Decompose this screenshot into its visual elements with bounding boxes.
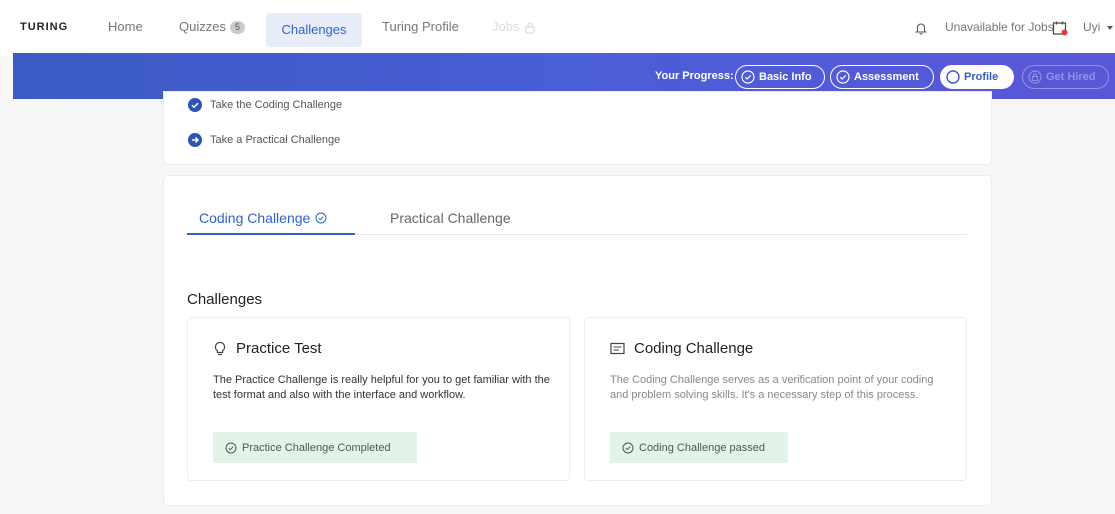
user-menu[interactable]: Uyi bbox=[1083, 20, 1100, 34]
progress-step-basic-info[interactable]: Basic Info bbox=[735, 65, 825, 89]
tab-practical-challenge[interactable]: Practical Challenge bbox=[390, 210, 511, 226]
active-tab-indicator bbox=[187, 233, 355, 235]
step-practical-challenge[interactable]: Take a Practical Challenge bbox=[188, 133, 340, 147]
check-circle-icon bbox=[315, 212, 327, 224]
practice-test-title: Practice Test bbox=[213, 340, 322, 357]
circle-icon bbox=[946, 70, 960, 84]
availability-status[interactable]: Unavailable for Jobs bbox=[945, 20, 1054, 34]
code-window-icon bbox=[610, 342, 625, 355]
lock-icon bbox=[525, 21, 536, 34]
bell-icon[interactable] bbox=[914, 21, 928, 35]
lightbulb-icon bbox=[214, 341, 226, 355]
practice-test-card: Practice Test The Practice Challenge is … bbox=[187, 317, 570, 481]
progress-step-profile[interactable]: Profile bbox=[940, 65, 1014, 89]
calendar-unavailable-icon bbox=[1052, 21, 1068, 36]
nav-home[interactable]: Home bbox=[108, 20, 143, 34]
nav-quizzes[interactable]: Quizzes 5 bbox=[179, 20, 245, 34]
check-circle-icon bbox=[741, 70, 755, 84]
quizzes-count-badge: 5 bbox=[229, 20, 245, 34]
step-coding-challenge[interactable]: Take the Coding Challenge bbox=[188, 98, 342, 112]
challenges-heading: Challenges bbox=[187, 291, 263, 308]
check-circle-icon bbox=[225, 442, 237, 453]
nav-jobs: Jobs bbox=[492, 20, 536, 34]
arrow-right-icon bbox=[188, 133, 202, 147]
nav-turing-profile[interactable]: Turing Profile bbox=[382, 20, 459, 34]
nav-challenges[interactable]: Challenges bbox=[266, 13, 362, 47]
tab-coding-challenge[interactable]: Coding Challenge bbox=[199, 210, 327, 226]
top-nav: TURING Home Quizzes 5 Challenges Turing P… bbox=[0, 0, 1115, 56]
check-circle-icon bbox=[188, 98, 202, 112]
steps-card: Take the Coding Challenge Take a Practic… bbox=[164, 92, 991, 164]
check-circle-icon bbox=[836, 70, 850, 84]
turing-logo[interactable]: TURING bbox=[20, 21, 68, 33]
coding-challenge-title: Coding Challenge bbox=[610, 340, 753, 357]
progress-step-get-hired: Get Hired bbox=[1022, 65, 1109, 89]
practice-test-description: The Practice Challenge is really helpful… bbox=[213, 374, 550, 401]
check-circle-icon bbox=[622, 442, 634, 453]
lock-icon bbox=[1028, 70, 1042, 84]
progress-label: Your Progress: bbox=[655, 70, 734, 82]
coding-passed-badge: Coding Challenge passed bbox=[610, 432, 788, 463]
progress-step-assessment[interactable]: Assessment bbox=[830, 65, 934, 89]
chevron-down-icon[interactable] bbox=[1107, 26, 1113, 30]
challenges-card: Coding Challenge Practical Challenge Cha… bbox=[164, 176, 991, 505]
practice-completed-badge: Practice Challenge Completed bbox=[213, 432, 417, 463]
coding-challenge-description: The Coding Challenge serves as a verific… bbox=[610, 374, 934, 401]
coding-challenge-card: Coding Challenge The Coding Challenge se… bbox=[584, 317, 967, 481]
